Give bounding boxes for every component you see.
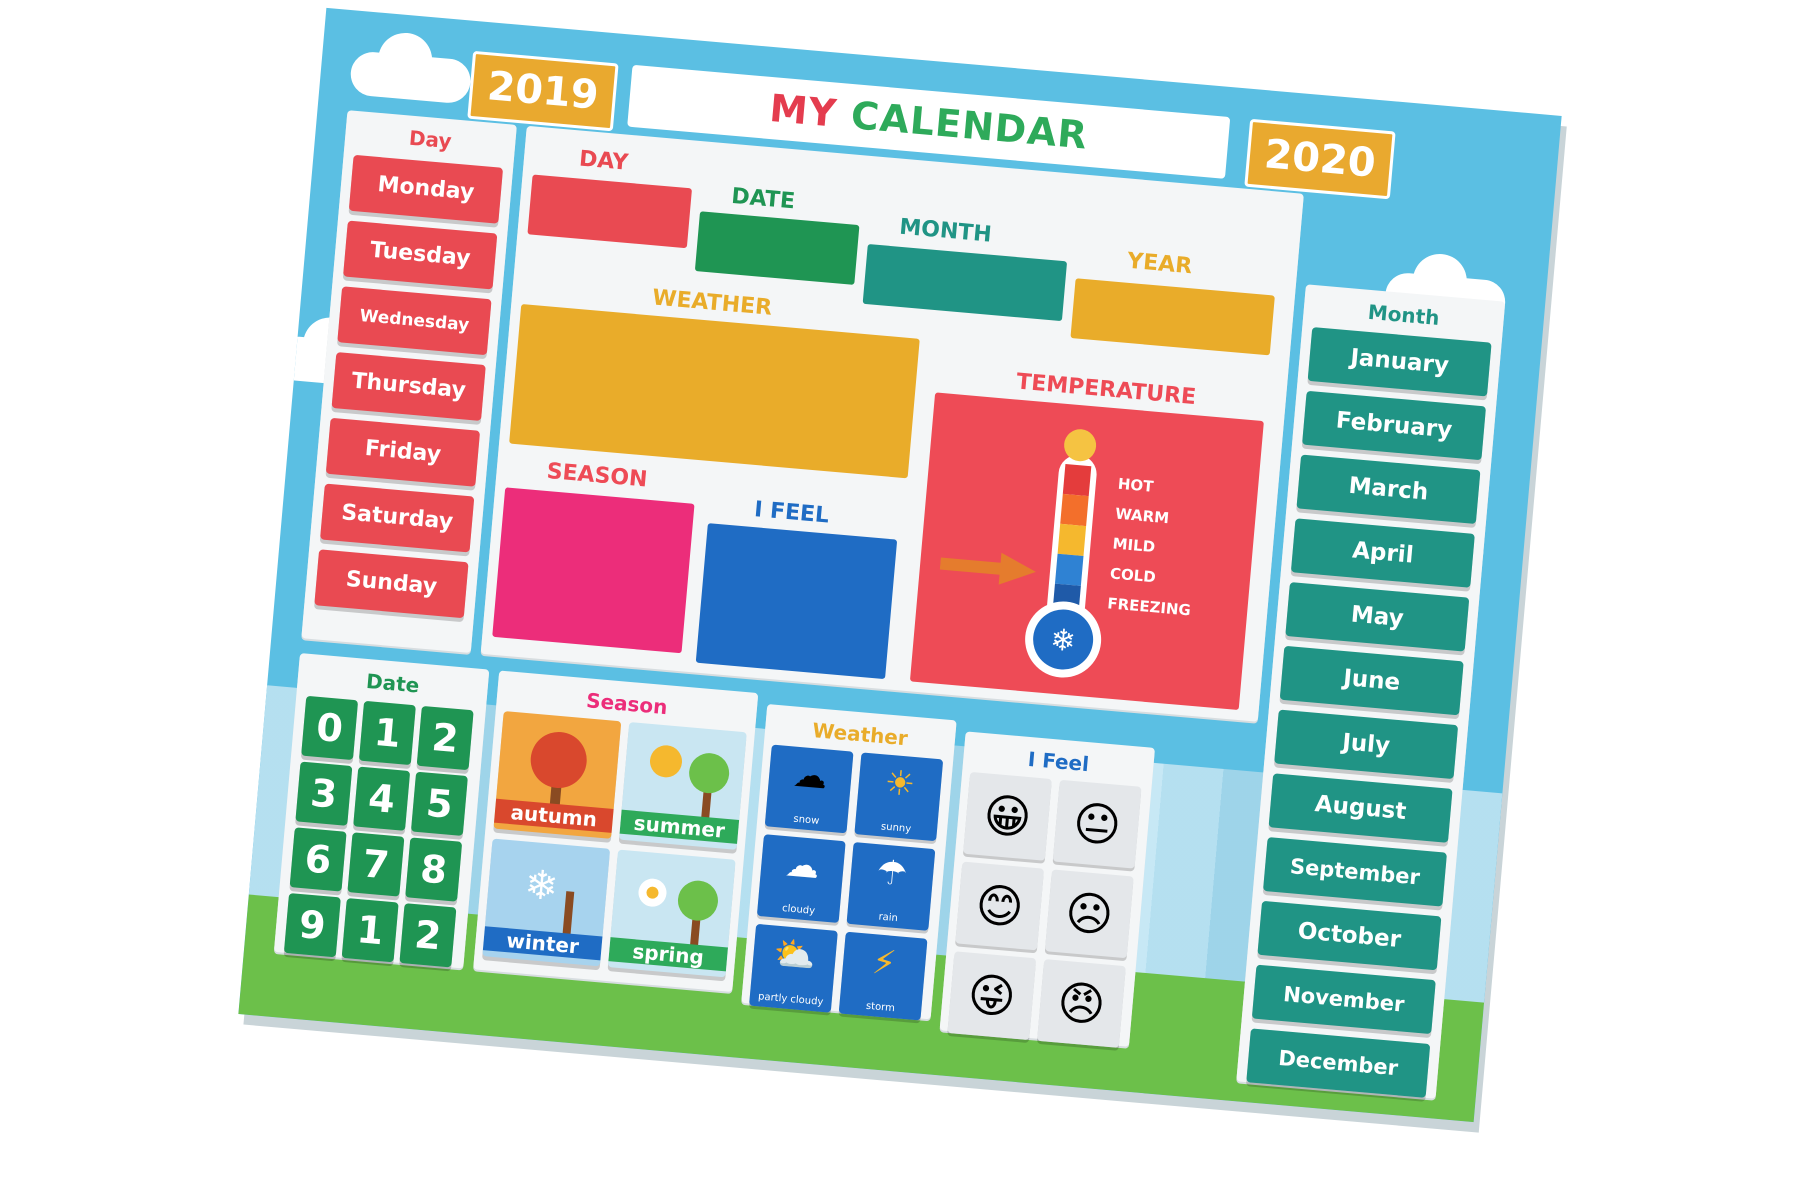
weather-card-label: cloudy — [781, 903, 816, 917]
thermometer-level-cold: COLD — [1109, 564, 1157, 587]
title-word-calendar: CALENDAR — [849, 93, 1090, 158]
month-tile-september[interactable]: September — [1262, 837, 1448, 907]
month-tile-january[interactable]: January — [1307, 327, 1492, 397]
date-slot-label: DATE — [730, 183, 796, 215]
season-slot-label: SEASON — [545, 458, 649, 493]
month-slot[interactable] — [862, 243, 1068, 322]
weather-slot-label: WEATHER — [651, 285, 773, 321]
title-word-my: MY — [767, 85, 839, 136]
feel-panel: I Feel 😀 😐 😊 ☹ 😜 😠 — [939, 731, 1156, 1048]
digit-tile[interactable]: 0 — [301, 695, 359, 761]
sad-face-icon[interactable]: ☹ — [1044, 869, 1134, 959]
day-panel-title: Day — [408, 125, 453, 154]
day-tile-thursday[interactable]: Thursday — [331, 352, 486, 421]
day-tile-tuesday[interactable]: Tuesday — [343, 220, 498, 290]
day-tile-friday[interactable]: Friday — [325, 417, 481, 487]
month-tile-july[interactable]: July — [1274, 709, 1459, 780]
weather-slot[interactable] — [509, 304, 920, 479]
weather-card-cloudy[interactable]: ☁ cloudy — [756, 834, 846, 924]
day-tile-sunday[interactable]: Sunday — [314, 549, 469, 619]
month-tile-april[interactable]: April — [1290, 518, 1475, 588]
rain-cloud-icon: ☂ — [875, 852, 910, 895]
month-tile-august[interactable]: August — [1268, 773, 1453, 843]
season-slot[interactable] — [492, 487, 695, 654]
weather-card-partly-cloudy[interactable]: ⛅ partly cloudy — [749, 923, 838, 1013]
date-slot[interactable] — [694, 211, 860, 285]
weather-card-storm[interactable]: ⚡ storm — [838, 931, 928, 1021]
season-card-spring[interactable]: spring — [607, 849, 736, 978]
month-slot-label: MONTH — [898, 214, 993, 248]
month-tile-february[interactable]: February — [1302, 390, 1487, 461]
month-tile-december[interactable]: December — [1246, 1028, 1431, 1098]
month-tile-may[interactable]: May — [1285, 582, 1470, 652]
feel-slot[interactable] — [695, 523, 898, 680]
weather-card-rain[interactable]: ☂ rain — [846, 842, 936, 931]
year-slot-label: YEAR — [1126, 248, 1194, 280]
digit-tile[interactable]: 9 — [283, 893, 341, 958]
sun-icon: ☀ — [882, 762, 917, 806]
weather-card-label: rain — [878, 911, 899, 925]
calendar-board-photo: 2019 MY CALENDAR 2020 Day Monday Tuesday… — [0, 0, 1800, 1200]
angry-face-icon[interactable]: 😠 — [1037, 959, 1126, 1048]
digit-tile[interactable]: 8 — [405, 837, 463, 902]
center-panel: DAY DATE MONTH YEAR WEATHER TEMPERATURE — [480, 125, 1304, 722]
weather-card-sunny[interactable]: ☀ sunny — [854, 752, 944, 842]
month-tile-october[interactable]: October — [1257, 900, 1442, 971]
svg-text:❄: ❄ — [523, 862, 560, 911]
weather-card-label: sunny — [880, 821, 912, 835]
year-badge-right[interactable]: 2020 — [1244, 118, 1396, 200]
day-tile-stack: Monday Tuesday Wednesday Thursday Friday… — [313, 154, 504, 628]
thermometer-level-hot: HOT — [1117, 474, 1155, 496]
cloud-decoration — [348, 50, 473, 105]
day-tile-saturday[interactable]: Saturday — [320, 483, 475, 553]
snow-cloud-icon: ☁ — [791, 754, 829, 798]
digit-tile[interactable]: 1 — [341, 898, 399, 963]
year-slot[interactable] — [1070, 278, 1275, 356]
arrow-pointer-icon[interactable] — [939, 544, 1042, 593]
day-slot-label: DAY — [578, 146, 630, 176]
weather-panel: Weather ☁ snow ☀ sunny ☁ cloudy ☂ rain ⛅ part… — [741, 703, 957, 1021]
digit-tile[interactable]: 2 — [416, 705, 474, 771]
digit-tile[interactable]: 1 — [358, 700, 416, 766]
day-panel: Day Monday Tuesday Wednesday Thursday Fr… — [301, 110, 517, 653]
season-card-winter[interactable]: ❄ winter — [482, 838, 611, 967]
date-panel: Date 0 1 2 3 4 5 6 7 8 9 1 2 — [273, 653, 490, 969]
feel-slot-label: I FEEL — [753, 497, 831, 529]
day-slot[interactable] — [527, 174, 693, 249]
digit-tile[interactable]: 5 — [410, 771, 468, 836]
calendar-board: 2019 MY CALENDAR 2020 Day Monday Tuesday… — [238, 7, 1562, 1123]
neutral-face-icon[interactable]: 😐 — [1052, 779, 1142, 869]
digit-tile[interactable]: 2 — [399, 903, 457, 968]
silly-face-icon[interactable]: 😜 — [947, 951, 1037, 1041]
season-panel: Season autumn summer ❄ winter spring — [473, 670, 759, 992]
cloud-icon: ☁ — [783, 844, 822, 888]
smiling-face-icon[interactable]: 😊 — [955, 861, 1045, 951]
day-tile-monday[interactable]: Monday — [348, 154, 504, 224]
digit-tile[interactable]: 7 — [347, 832, 405, 897]
digit-tile[interactable]: 3 — [295, 761, 353, 826]
digit-tile[interactable]: 6 — [289, 827, 347, 892]
day-tile-wednesday[interactable]: Wednesday — [337, 286, 492, 356]
temperature-area: ❄ HOT WARM MILD COLD FREEZING — [909, 392, 1264, 711]
weather-card-snow[interactable]: ☁ snow — [764, 744, 854, 834]
happy-face-icon[interactable]: 😀 — [963, 771, 1052, 861]
season-card-summer[interactable]: summer — [619, 722, 747, 850]
storm-icon: ⚡ — [870, 942, 898, 985]
svg-text:❄: ❄ — [1049, 622, 1077, 659]
weather-card-label: storm — [865, 1000, 896, 1015]
weather-card-label: snow — [793, 813, 820, 827]
digit-tile[interactable]: 4 — [353, 766, 411, 831]
month-tile-march[interactable]: March — [1296, 454, 1481, 525]
season-card-autumn[interactable]: autumn — [493, 711, 622, 839]
year-badge-left[interactable]: 2019 — [467, 50, 619, 132]
thermometer-level-mild: MILD — [1111, 534, 1156, 557]
partly-cloudy-icon: ⛅ — [771, 933, 818, 978]
weather-card-label: partly cloudy — [757, 991, 824, 1008]
month-tile-november[interactable]: November — [1251, 964, 1436, 1035]
month-tile-june[interactable]: June — [1279, 645, 1464, 716]
